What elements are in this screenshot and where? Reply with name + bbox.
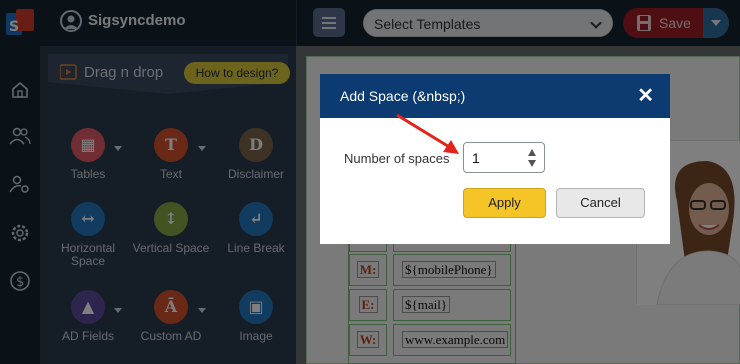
number-of-spaces-input[interactable]: 1 [463, 142, 545, 173]
decrement-icon[interactable] [528, 160, 536, 167]
close-icon[interactable]: ✕ [637, 83, 654, 108]
dialog-header: Add Space (&nbsp;) ✕ [320, 74, 670, 118]
increment-icon[interactable] [528, 149, 536, 156]
apply-button[interactable]: Apply [463, 188, 546, 218]
number-of-spaces-value: 1 [472, 150, 480, 166]
dialog-title: Add Space (&nbsp;) [340, 88, 466, 104]
add-space-dialog: Add Space (&nbsp;) ✕ Number of spaces 1 … [320, 74, 670, 244]
annotation-arrow-icon [396, 113, 459, 154]
cancel-button[interactable]: Cancel [556, 188, 645, 218]
